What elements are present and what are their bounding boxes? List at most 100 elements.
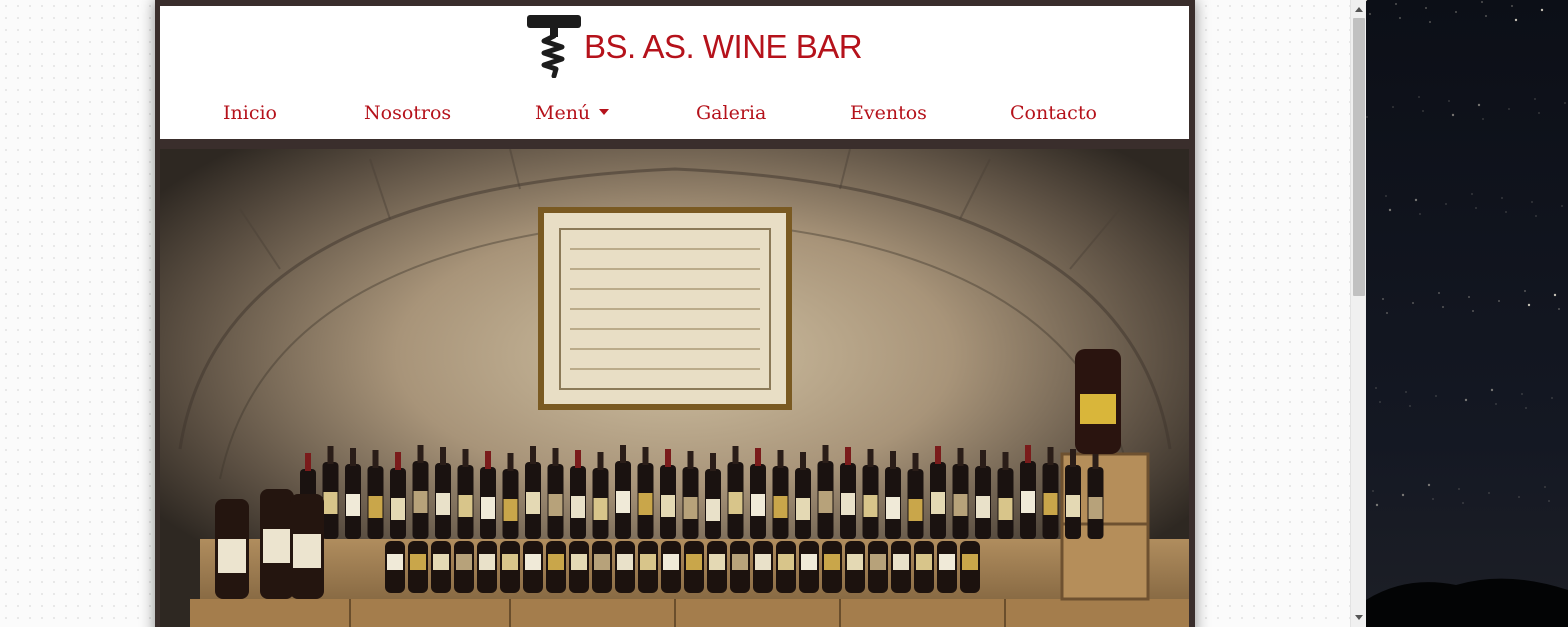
bottle-label: [998, 498, 1013, 520]
bottle-label: [548, 494, 563, 516]
bottle-neck: [732, 446, 739, 464]
star: [1551, 397, 1553, 399]
bottle-neck: [845, 447, 851, 465]
nav-item-menu[interactable]: Menú: [535, 102, 610, 124]
bottle-neck: [890, 451, 896, 469]
star: [1395, 3, 1397, 5]
star: [1369, 13, 1371, 15]
scroll-down-arrow-icon[interactable]: [1355, 615, 1363, 620]
star: [1540, 8, 1544, 12]
nav-item-menu-label: Menú: [535, 102, 591, 124]
bottle-label: [526, 492, 540, 514]
bottle-neck: [395, 452, 401, 470]
night-sky-image: [1366, 0, 1568, 627]
star: [1518, 496, 1520, 498]
bottle-label: [663, 554, 679, 570]
nav-item-contacto[interactable]: Contacto: [1010, 102, 1097, 124]
star: [1558, 308, 1560, 310]
star: [1521, 393, 1523, 395]
bottle-label: [593, 498, 608, 520]
scroll-thumb[interactable]: [1353, 18, 1365, 296]
bottle-label: [709, 554, 725, 570]
star: [1386, 312, 1388, 314]
star: [1375, 387, 1377, 389]
bottle-label: [773, 496, 788, 518]
star: [1427, 483, 1431, 487]
bottle-label: [847, 554, 863, 570]
background-night-sky: [1366, 0, 1568, 627]
bottle-label: [413, 491, 428, 513]
scroll-up-arrow-icon[interactable]: [1355, 7, 1363, 12]
bottle-label: [818, 491, 833, 513]
nav-item-galeria[interactable]: Galeria: [696, 102, 766, 124]
bottle-label: [751, 494, 765, 516]
star: [1366, 116, 1368, 118]
star: [1451, 113, 1455, 117]
bottle-neck: [597, 452, 604, 470]
bottle-neck: [575, 450, 581, 468]
bottle-neck: [620, 445, 626, 463]
star: [1445, 203, 1447, 205]
bottle-neck: [822, 445, 829, 463]
star: [1435, 395, 1437, 397]
bottle-label: [796, 498, 810, 520]
star: [1385, 195, 1387, 197]
star: [1379, 401, 1381, 403]
star: [1477, 103, 1481, 107]
bottle-label: [502, 554, 518, 570]
star: [1388, 208, 1392, 212]
bottle-label: [571, 554, 587, 570]
site-header: BS. AS. WINE BAR Inicio Nosotros Menú Ga…: [160, 6, 1189, 139]
bottle-label: [368, 496, 383, 518]
bottle-label: [939, 554, 955, 570]
bottle-label: [962, 554, 978, 570]
main-nav: Inicio Nosotros Menú Galeria Eventos Con…: [160, 94, 1189, 134]
bottle-neck: [912, 453, 919, 471]
star: [1392, 106, 1394, 108]
bottle-neck: [327, 446, 334, 464]
bottle-neck: [417, 445, 424, 463]
bottle-label: [479, 554, 495, 570]
bottle-label: [617, 554, 633, 570]
star: [1455, 11, 1457, 13]
star: [1405, 391, 1407, 393]
bottle-neck: [935, 446, 941, 464]
bottle-neck: [485, 451, 491, 469]
page-frame: BS. AS. WINE BAR Inicio Nosotros Menú Ga…: [155, 0, 1195, 627]
bottle-label: [661, 495, 675, 517]
star: [1524, 290, 1526, 292]
star: [1401, 493, 1405, 497]
bottle-neck: [1002, 452, 1009, 470]
bottle-neck: [980, 450, 986, 468]
bottle-neck: [957, 448, 964, 466]
bottle-label: [263, 529, 291, 563]
star: [1409, 405, 1411, 407]
star: [1501, 197, 1503, 199]
star: [1422, 110, 1424, 112]
star: [1475, 207, 1477, 209]
bottle-label: [293, 534, 321, 568]
bottle-label: [456, 554, 472, 570]
star: [1534, 98, 1536, 100]
bottle-label: [931, 492, 945, 514]
star: [1505, 211, 1507, 213]
nav-item-nosotros[interactable]: Nosotros: [364, 102, 451, 124]
bottle-label: [436, 493, 450, 515]
star: [1375, 503, 1379, 507]
star: [1535, 215, 1537, 217]
bottle-label: [391, 498, 405, 520]
star: [1564, 102, 1566, 104]
bottle-label: [728, 492, 743, 514]
bottle-label: [503, 499, 518, 521]
bottle-label: [893, 554, 909, 570]
star: [1514, 18, 1518, 22]
brand-logo[interactable]: BS. AS. WINE BAR: [526, 14, 863, 78]
bottle-label: [755, 554, 771, 570]
star: [1448, 100, 1450, 102]
star: [1468, 296, 1470, 298]
vertical-scrollbar[interactable]: [1350, 0, 1367, 627]
nav-item-eventos[interactable]: Eventos: [850, 102, 927, 124]
star: [1372, 490, 1374, 492]
star: [1425, 7, 1427, 9]
nav-item-inicio[interactable]: Inicio: [223, 102, 277, 124]
